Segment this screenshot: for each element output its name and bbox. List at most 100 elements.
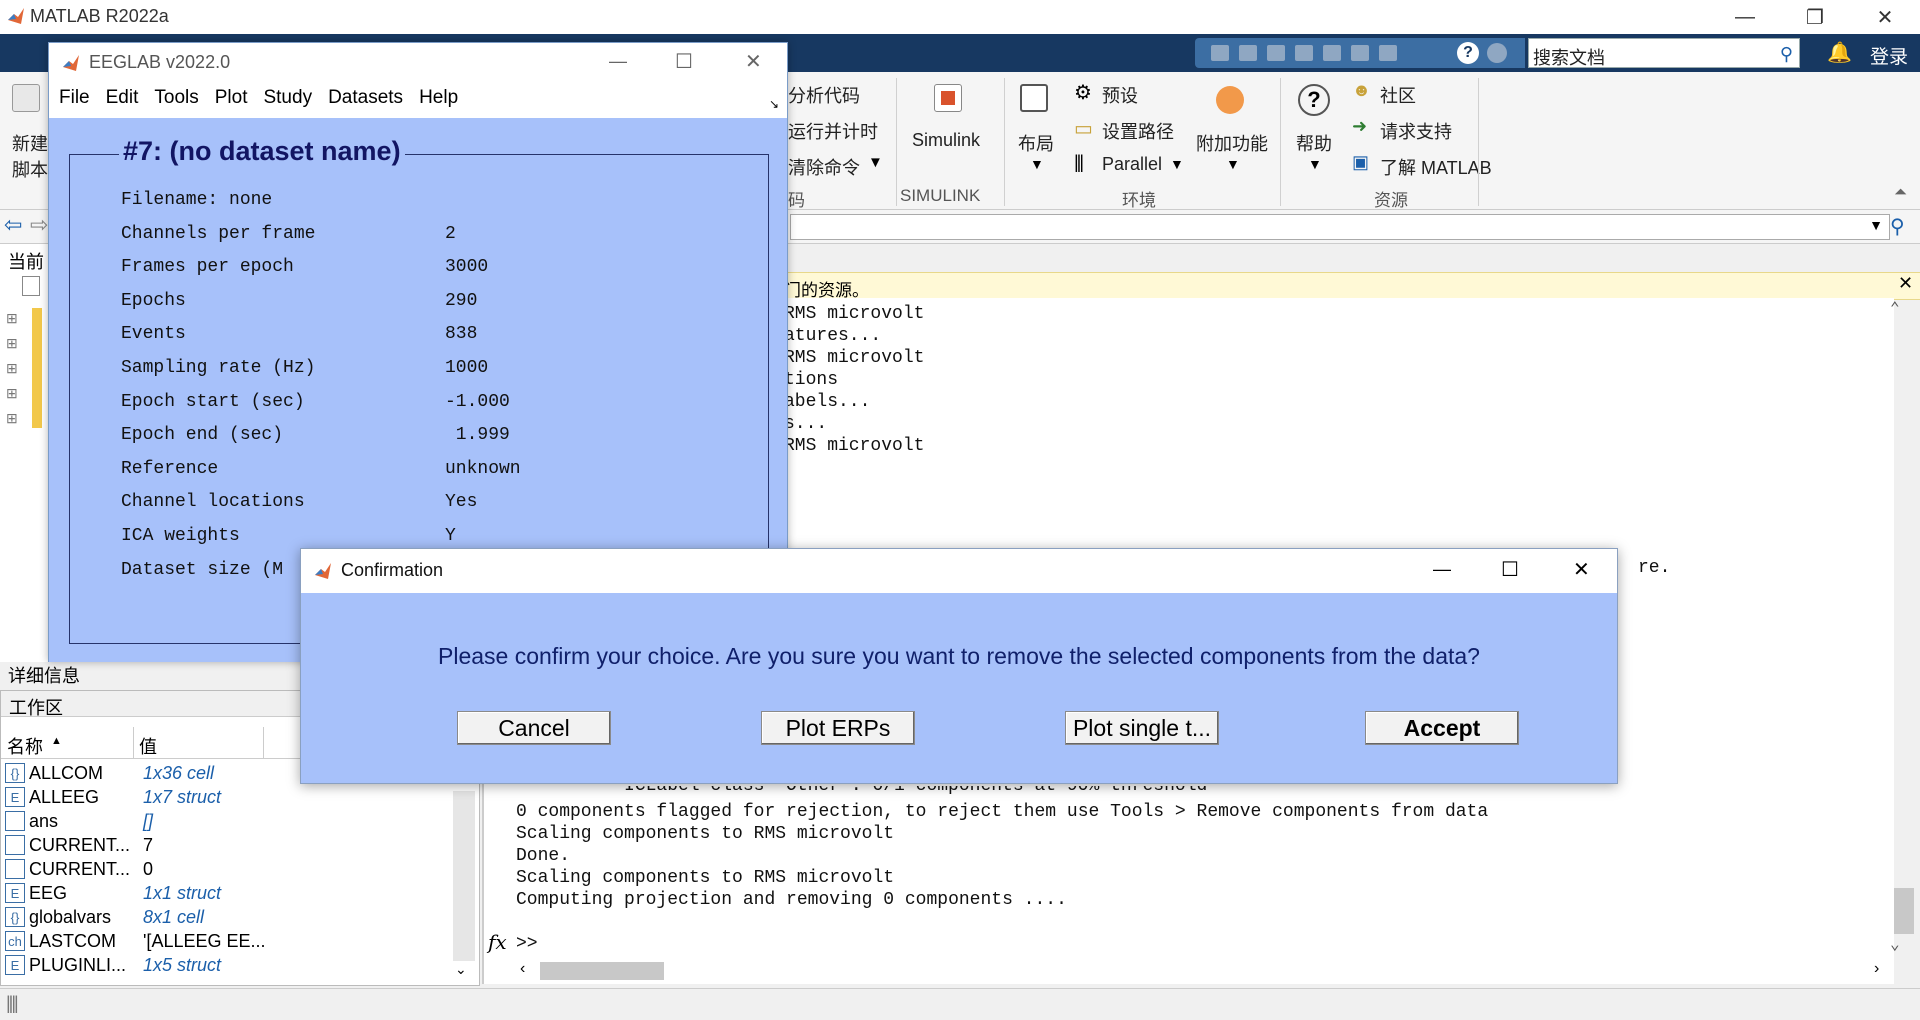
preferences-gear-icon[interactable]: ⚙ <box>1074 80 1092 105</box>
new-script-icon[interactable] <box>12 84 40 112</box>
simulink-icon[interactable] <box>934 84 962 112</box>
workspace-row[interactable]: ch LASTCOM '[ALLEEG EE... <box>1 929 301 953</box>
dialog-close-button[interactable]: ✕ <box>1573 557 1590 582</box>
addons-icon[interactable] <box>1216 86 1244 114</box>
set-path-folder-icon[interactable]: ▭ <box>1074 116 1093 141</box>
eeglab-menu-edit[interactable]: Edit <box>106 87 139 109</box>
folder-tree[interactable]: ⊞ ⊞ ⊞ ⊞ ⊞ <box>6 306 18 431</box>
eeglab-menu-file[interactable]: File <box>59 87 90 109</box>
layout-dropdown-icon[interactable]: ▼ <box>1030 156 1044 172</box>
notification-bell-icon[interactable]: 🔔 <box>1827 40 1852 65</box>
column-value-header[interactable]: 值 <box>139 733 157 759</box>
status-bar: |||| <box>0 988 1920 1020</box>
command-scrollbar-thumb[interactable] <box>1894 888 1914 934</box>
workspace-row[interactable]: {} ALLCOM 1x36 cell <box>1 761 301 785</box>
undo-icon[interactable] <box>1323 45 1341 61</box>
clear-commands-dropdown-icon[interactable]: ▼ <box>868 154 883 171</box>
save-icon[interactable] <box>1211 45 1229 61</box>
dataset-field-label: Events <box>121 324 186 345</box>
back-icon[interactable]: ⇦ <box>4 212 22 238</box>
path-dropdown-icon[interactable]: ▼ <box>1869 217 1883 233</box>
redo-icon[interactable] <box>1351 45 1369 61</box>
plot-single-trials-button[interactable]: Plot single t... <box>1065 711 1219 745</box>
eeglab-menu-datasets[interactable]: Datasets <box>328 87 403 109</box>
parallel-icon[interactable]: ||| <box>1074 152 1084 173</box>
fx-icon[interactable]: fx <box>488 930 507 954</box>
command-horizontal-scrollbar[interactable]: ‹ › <box>484 958 1894 984</box>
eeglab-maximize-button[interactable]: ☐ <box>675 49 693 74</box>
close-button[interactable]: ✕ <box>1850 0 1920 34</box>
workspace-row[interactable]: {} globalvars 8x1 cell <box>1 905 301 929</box>
paste-icon[interactable] <box>1295 45 1313 61</box>
run-and-time-button[interactable]: 运行并计时 <box>788 118 878 144</box>
variable-name: globalvars <box>29 906 112 927</box>
learn-matlab-link[interactable]: 了解 MATLAB <box>1380 154 1492 180</box>
login-link[interactable]: 登录 <box>1870 42 1908 69</box>
scroll-left-icon[interactable]: ‹ <box>520 960 525 978</box>
workspace-scrollbar[interactable] <box>453 791 475 961</box>
column-divider <box>133 727 134 759</box>
search-docs-input[interactable]: 搜索文档 ⚲ <box>1528 38 1800 68</box>
learn-matlab-icon[interactable]: ▣ <box>1352 152 1369 173</box>
workspace-row[interactable]: E ALLEEG 1x7 struct <box>1 785 301 809</box>
column-name-header[interactable]: 名称 <box>7 733 43 759</box>
layout-icon[interactable] <box>1020 84 1048 112</box>
request-support-link[interactable]: 请求支持 <box>1380 118 1452 144</box>
simulink-button[interactable]: Simulink <box>912 130 980 151</box>
accept-button[interactable]: Accept <box>1365 711 1519 745</box>
community-link[interactable]: 社区 <box>1380 82 1416 108</box>
workspace-row[interactable]: CURRENT... 0 <box>1 857 301 881</box>
workspace-row[interactable]: E EEG 1x1 struct <box>1 881 301 905</box>
workspace-row[interactable]: CURRENT... 7 <box>1 833 301 857</box>
help-icon[interactable]: ? <box>1298 84 1330 116</box>
workspace-row[interactable]: E PLUGINLI... 1x5 struct <box>1 953 301 977</box>
eeglab-close-button[interactable]: ✕ <box>745 49 762 74</box>
minimize-button[interactable]: — <box>1710 0 1780 34</box>
addons-dropdown-icon[interactable]: ▼ <box>1226 156 1240 172</box>
scroll-right-icon[interactable]: › <box>1874 960 1879 978</box>
forward-icon[interactable]: ⇨ <box>30 212 48 238</box>
support-icon[interactable]: ➜ <box>1352 116 1367 137</box>
help-dropdown-icon[interactable]: ▼ <box>1308 156 1322 172</box>
current-folder-path-field[interactable]: ▼ <box>790 214 1890 240</box>
addons-button[interactable]: 附加功能 <box>1196 130 1268 156</box>
eeglab-menu-tools[interactable]: Tools <box>154 87 198 109</box>
command-prompt[interactable]: >> <box>516 934 538 954</box>
restore-button[interactable]: ❐ <box>1780 0 1850 34</box>
close-info-bar-icon[interactable]: ✕ <box>1898 273 1913 294</box>
dialog-maximize-button[interactable]: ☐ <box>1501 557 1519 582</box>
switch-windows-icon[interactable] <box>1379 45 1397 61</box>
analyze-code-button[interactable]: 分析代码 <box>788 82 860 108</box>
dropdown-icon[interactable] <box>1487 43 1507 63</box>
eeglab-menu-study[interactable]: Study <box>263 87 312 109</box>
parallel-button[interactable]: Parallel <box>1102 154 1162 175</box>
new-script-label[interactable]: 新建 <box>12 130 48 156</box>
workspace-row[interactable]: ans [] <box>1 809 301 833</box>
clear-commands-button[interactable]: 清除命令 <box>788 154 860 180</box>
cancel-button[interactable]: Cancel <box>457 711 611 745</box>
dialog-minimize-button[interactable]: — <box>1433 559 1451 580</box>
layout-button[interactable]: 布局 <box>1018 130 1054 156</box>
copy-icon[interactable] <box>1267 45 1285 61</box>
set-path-button[interactable]: 设置路径 <box>1102 118 1174 144</box>
search-folder-icon[interactable]: ⚲ <box>1890 214 1905 239</box>
collapse-ribbon-icon[interactable]: ⏶ <box>1894 184 1907 202</box>
cut-icon[interactable] <box>1239 45 1257 61</box>
help-icon[interactable]: ? <box>1457 42 1479 64</box>
eeglab-menu-plot[interactable]: Plot <box>215 87 248 109</box>
menu-overflow-icon[interactable]: ↘ <box>769 97 779 111</box>
plot-erps-button[interactable]: Plot ERPs <box>761 711 915 745</box>
eeglab-menu-help[interactable]: Help <box>419 87 458 109</box>
scroll-up-icon[interactable]: ⌃ <box>1890 298 1900 318</box>
new-script-label-2[interactable]: 脚本 <box>12 156 48 182</box>
eeglab-minimize-button[interactable]: — <box>609 51 627 72</box>
matlab-logo-icon <box>315 563 331 579</box>
parallel-dropdown-icon[interactable]: ▼ <box>1170 156 1184 172</box>
search-icon[interactable]: ⚲ <box>1780 44 1793 65</box>
preferences-button[interactable]: 预设 <box>1102 82 1138 108</box>
scroll-down-icon[interactable]: ⌄ <box>1890 934 1900 954</box>
horizontal-scrollbar-thumb[interactable] <box>540 962 664 980</box>
help-button[interactable]: 帮助 <box>1296 130 1332 156</box>
community-icon[interactable]: ☻ <box>1352 80 1371 101</box>
scroll-down-icon[interactable]: ⌄ <box>455 961 467 978</box>
